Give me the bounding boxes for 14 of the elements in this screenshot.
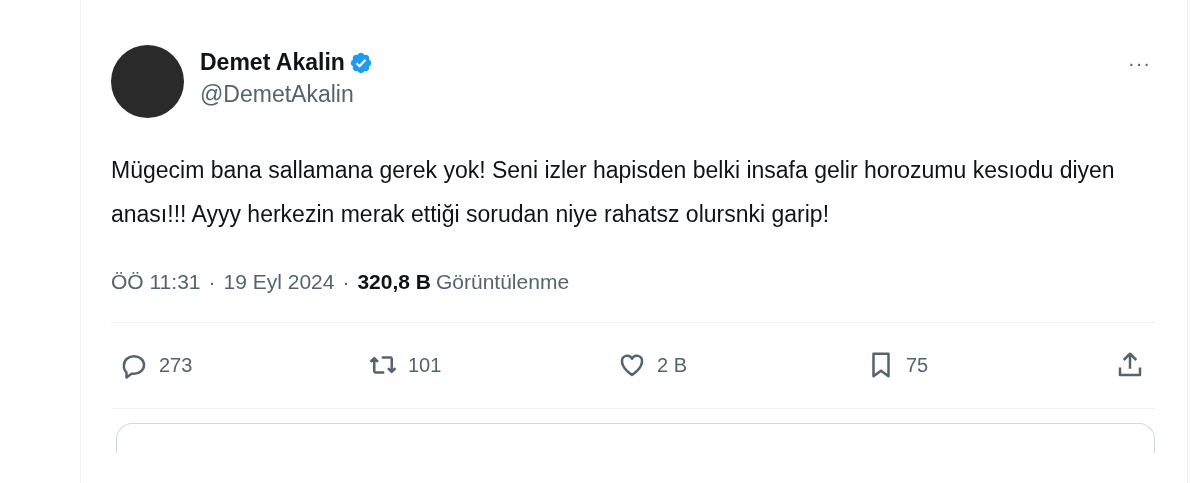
author-name[interactable]: Demet Akalin <box>200 49 345 77</box>
separator: · <box>342 269 350 295</box>
like-button[interactable]: 2 B <box>617 350 866 380</box>
repost-button[interactable]: 101 <box>368 350 617 380</box>
author-handle[interactable]: @DemetAkalin <box>200 80 1108 109</box>
reply-button[interactable]: 273 <box>119 350 368 380</box>
views-label: Görüntülenme <box>436 269 570 295</box>
post-date[interactable]: 19 Eyl 2024 <box>223 266 335 298</box>
bookmark-button[interactable]: 75 <box>866 350 1115 380</box>
separator: · <box>208 269 216 295</box>
post-time[interactable]: ÖÖ 11:31 <box>111 266 201 298</box>
more-button[interactable]: ··· <box>1124 53 1155 73</box>
post-text: Mügecim bana sallamana gerek yok! Seni izler hapisden belki insafa gelir horozumu kesıodu diyen anası!!! Ayyy herkezin merak ettiği sorudan niye rahatsz olursnki garip! <box>111 156 1116 229</box>
views-count: 320,8 B <box>357 269 431 295</box>
